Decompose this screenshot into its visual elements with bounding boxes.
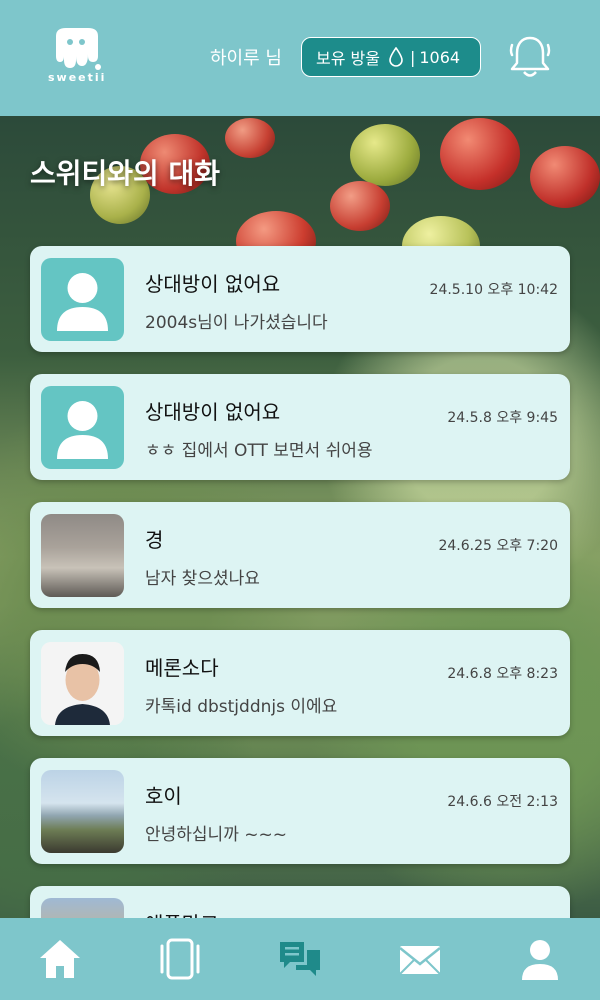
chat-last-message: 2004s님이 나가셨습니다 (145, 313, 328, 333)
chat-item[interactable]: 호이 24.6.6 오전 2:13 안녕하십니까 ~~~ (30, 758, 570, 864)
chat-last-message: 카톡id dbstjddnjs 이에요 (145, 697, 338, 717)
chat-time: 24.5.8 오후 9:45 (447, 410, 558, 426)
chat-last-message: 안녕하십니까 ~~~ (145, 825, 287, 845)
profile-photo (41, 514, 124, 597)
chat-name: 호이 (145, 784, 182, 808)
bell-icon[interactable] (506, 33, 554, 81)
chat-time: 24.5.10 오후 10:42 (429, 282, 558, 298)
chat-name: 메론소다 (145, 656, 219, 680)
page-title: 스위티와의 대화 (30, 157, 221, 190)
chat-last-message: 남자 찾으셨나요 (145, 569, 260, 589)
drops-separator: | (409, 47, 416, 67)
cards-icon[interactable] (156, 936, 204, 982)
drops-label: 보유 방울 (316, 49, 380, 68)
chat-item[interactable]: 상대방이 없어요 24.5.8 오후 9:45 ㅎㅎ 집에서 OTT 보면서 쉬… (30, 374, 570, 480)
person-icon (57, 401, 108, 459)
chat-time: 24.6.6 오전 2:13 (447, 794, 558, 810)
bottom-nav (0, 918, 600, 1000)
chat-time: 24.6.8 오후 8:23 (447, 666, 558, 682)
username-label: 하이루 님 (210, 48, 282, 69)
app-header: sweetii 하이루 님 보유 방울 | 1064 (0, 0, 600, 116)
profile-photo (41, 642, 124, 725)
chat-name: 경 (145, 528, 164, 552)
mail-icon[interactable] (396, 936, 444, 982)
default-avatar (41, 386, 124, 469)
chat-time: 24.6.25 오후 7:20 (438, 538, 558, 554)
home-icon[interactable] (36, 936, 84, 982)
water-drop-icon (389, 47, 403, 67)
face-photo (41, 642, 124, 725)
profile-icon[interactable] (516, 936, 564, 982)
drops-balance-badge[interactable]: 보유 방울 | 1064 (301, 37, 481, 77)
chat-item[interactable]: 메론소다 24.6.8 오후 8:23 카톡id dbstjddnjs 이에요 (30, 630, 570, 736)
chat-last-message: ㅎㅎ 집에서 OTT 보면서 쉬어용 (145, 441, 373, 461)
profile-photo (41, 770, 124, 853)
chat-item[interactable]: 경 24.6.25 오후 7:20 남자 찾으셨나요 (30, 502, 570, 608)
chat-name: 상대방이 없어요 (145, 400, 281, 424)
chat-item[interactable]: 상대방이 없어요 24.5.10 오후 10:42 2004s님이 나가셨습니다 (30, 246, 570, 352)
person-icon (57, 273, 108, 331)
logo-text: sweetii (48, 71, 107, 84)
chat-name: 상대방이 없어요 (145, 272, 281, 296)
chat-icon[interactable] (276, 936, 324, 982)
default-avatar (41, 258, 124, 341)
drops-count: 1064 (419, 47, 461, 67)
